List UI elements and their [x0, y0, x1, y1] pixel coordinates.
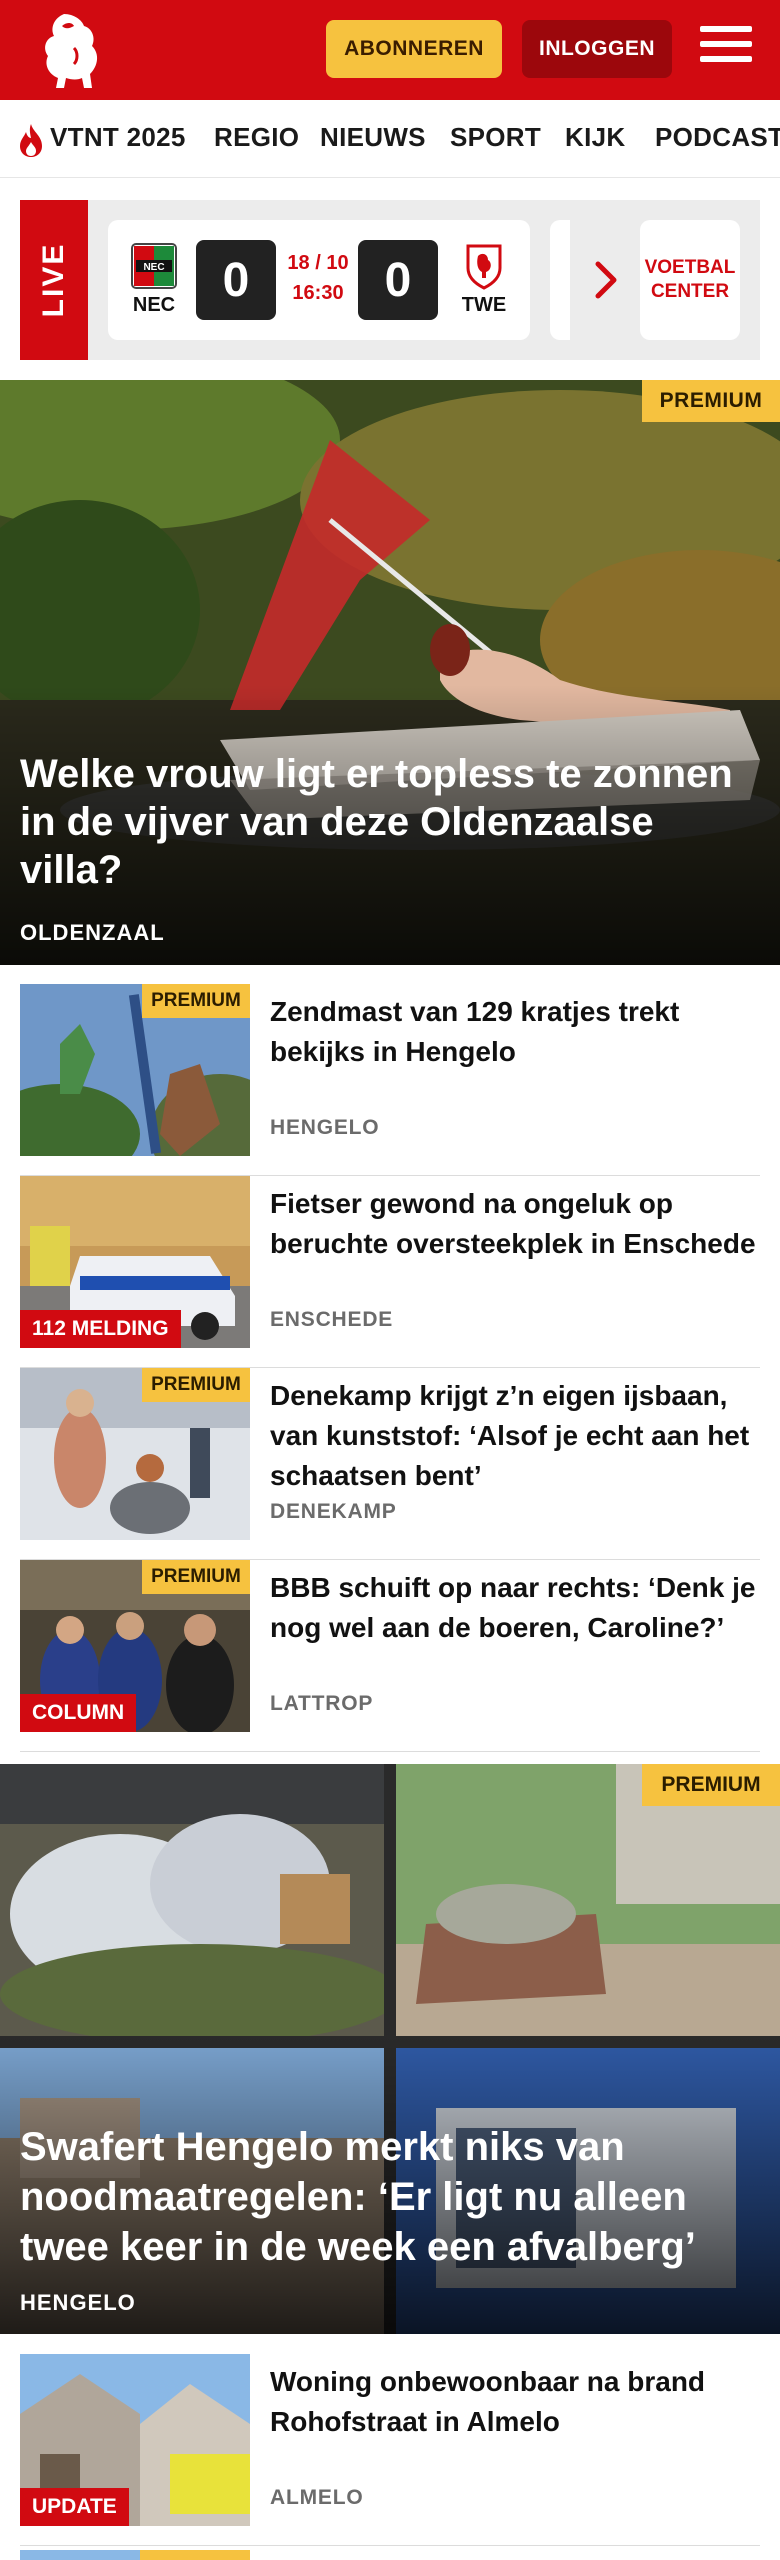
hero-location: OLDENZAAL: [20, 920, 165, 945]
list-item[interactable]: 112 MELDING Fietser gewond na ongeluk op…: [20, 1176, 760, 1368]
article-thumbnail: PREMIUM: [20, 1368, 250, 1540]
nav-item-regio[interactable]: REGIO: [214, 122, 299, 153]
live-label: LIVE: [20, 200, 88, 360]
article-thumbnail: UPDATE: [20, 2354, 250, 2526]
top-bar: ABONNEREN INLOGGEN: [0, 0, 780, 100]
article-location: ENSCHEDE: [270, 1308, 394, 1331]
nav-item-nieuws[interactable]: NIEUWS: [320, 122, 426, 153]
list-item[interactable]: PREMIUM Zendmast van 129 kratjes trekt b…: [20, 984, 760, 1176]
svg-text:NEC: NEC: [143, 262, 164, 273]
nav-item-sport[interactable]: SPORT: [450, 122, 541, 153]
list-item[interactable]: UPDATE Woning onbewoonbaar na brand Roho…: [20, 2354, 760, 2546]
list-item[interactable]: PREMIUM Denekamp krijgt z’n eigen ijsbaa…: [20, 1368, 760, 1560]
list-item[interactable]: PREMIUM COLUMN BBB schuift op naar recht…: [20, 1560, 760, 1752]
hero-title[interactable]: Swafert Hengelo merkt niks van noodmaatr…: [20, 2122, 760, 2272]
premium-badge: PREMIUM: [642, 380, 780, 422]
article-location: ALMELO: [270, 2486, 364, 2509]
article-title[interactable]: Denekamp krijgt z’n eigen ijsbaan, van k…: [270, 1376, 760, 1496]
match-datetime: 18 / 10 16:30: [287, 252, 349, 304]
category-tag: COLUMN: [20, 1694, 137, 1732]
away-score: 0: [358, 240, 438, 320]
double-hero-article[interactable]: PREMIUM Swafert Hengelo merkt niks van n…: [0, 1764, 780, 2334]
article-thumbnail: PREMIUM: [20, 984, 250, 1156]
login-button[interactable]: INLOGGEN: [522, 20, 672, 78]
subscribe-button[interactable]: ABONNEREN: [326, 20, 502, 78]
article-title[interactable]: Woning onbewoonbaar na brand Rohofstraat…: [270, 2362, 760, 2442]
tubantia-horse-logo-icon[interactable]: [34, 8, 108, 92]
article-title[interactable]: BBB schuift op naar rechts: ‘Denk je nog…: [270, 1568, 760, 1648]
nav-item-podcast[interactable]: PODCAST: [655, 122, 780, 153]
chevron-right-icon[interactable]: [592, 256, 622, 304]
article-location: DENEKAMP: [270, 1500, 397, 1523]
premium-badge: PREMIUM: [642, 1764, 780, 1806]
hero-photo-left-top: [0, 1764, 384, 2036]
nav-item-kijk[interactable]: KIJK: [565, 122, 625, 153]
premium-badge: PREMIUM: [142, 984, 250, 1018]
twente-team-logo-icon: [466, 244, 502, 290]
live-scores-panel: LIVE NEC NEC 0 18 / 10 16:30 0 TWE VOETB…: [20, 200, 760, 360]
nec-team-logo-icon: NEC: [131, 243, 177, 289]
hero-article[interactable]: PREMIUM Welke vrouw ligt er topless te z…: [0, 380, 780, 965]
away-team-name: TWE: [461, 294, 507, 316]
home-score: 0: [196, 240, 276, 320]
category-tag: 112 MELDING: [20, 1310, 181, 1348]
hero-location: HENGELO: [20, 2290, 136, 2315]
article-thumbnail: 112 MELDING: [20, 1176, 250, 1348]
home-team-name: NEC: [132, 294, 176, 316]
premium-badge: [140, 2550, 250, 2560]
premium-badge: PREMIUM: [142, 1560, 250, 1594]
nav-item-vtnt-2025[interactable]: VTNT 2025: [50, 122, 186, 153]
voetbal-center-button[interactable]: VOETBAL CENTER: [640, 220, 740, 340]
article-title[interactable]: Zendmast van 129 kratjes trekt bekijks i…: [270, 992, 760, 1072]
hero-title[interactable]: Welke vrouw ligt er topless te zonnen in…: [20, 750, 760, 894]
menu-hamburger-icon[interactable]: [700, 26, 752, 70]
article-title[interactable]: Fietser gewond na ongeluk op beruchte ov…: [270, 1184, 760, 1264]
next-match-card-stub[interactable]: [550, 220, 570, 340]
match-card[interactable]: NEC NEC 0 18 / 10 16:30 0 TWE: [108, 220, 530, 340]
article-thumbnail: PREMIUM COLUMN: [20, 1560, 250, 1732]
premium-badge: PREMIUM: [142, 1368, 250, 1402]
section-nav: VTNT 2025 REGIO NIEUWS SPORT KIJK PODCAS…: [0, 100, 780, 178]
article-location: HENGELO: [270, 1116, 380, 1139]
article-location: LATTROP: [270, 1692, 374, 1715]
flame-icon: [20, 124, 42, 157]
category-tag: UPDATE: [20, 2488, 129, 2526]
